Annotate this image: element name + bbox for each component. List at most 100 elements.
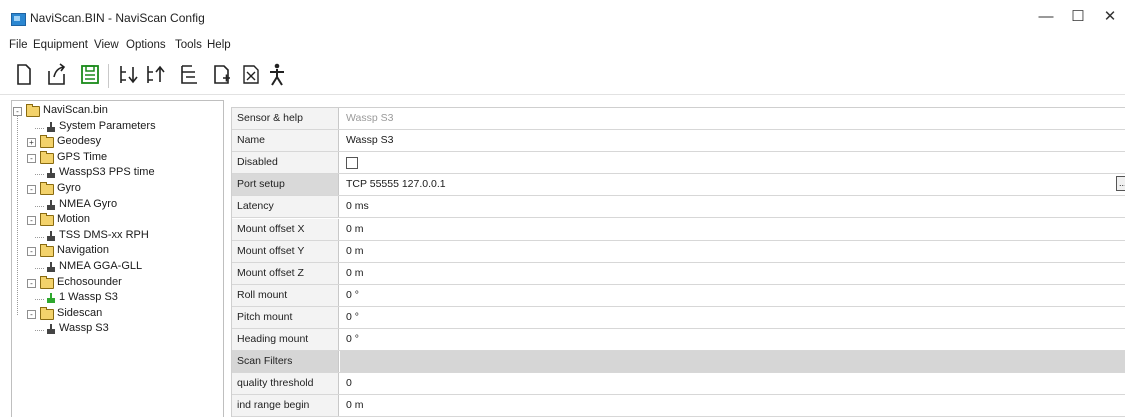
sensor-icon — [47, 199, 55, 210]
tree-node-label: Gyro — [57, 182, 81, 194]
property-label: Roll mount — [232, 284, 339, 306]
property-category[interactable]: Scan Filters — [232, 351, 1125, 374]
property-row[interactable]: Sensor & help Wassp S3 — [232, 108, 1125, 130]
folder-icon — [40, 244, 54, 258]
property-label: Name — [232, 130, 339, 152]
tree-connector — [35, 268, 44, 270]
menu-help[interactable]: Help — [207, 39, 231, 51]
sensor-icon — [47, 230, 55, 241]
tree-connector — [35, 330, 44, 332]
property-row[interactable]: ind range begin 0 m — [232, 395, 1125, 417]
tree-node-label: Echosounder — [57, 275, 122, 288]
folder-icon — [26, 104, 40, 117]
tree-node-label: Navigation — [57, 244, 109, 257]
property-label: quality threshold — [232, 373, 339, 395]
property-value[interactable]: 0 m — [340, 219, 1125, 240]
folder-icon — [40, 182, 54, 195]
collapse-icon[interactable]: - — [27, 185, 36, 194]
property-label: Heading mount — [232, 329, 339, 350]
new-file-icon[interactable] — [12, 60, 34, 88]
collapse-icon[interactable]: - — [27, 216, 36, 226]
sensor-icon — [47, 262, 55, 272]
property-label: Mount offset Z — [232, 262, 339, 284]
property-label: Mount offset X — [232, 218, 339, 240]
move-down-icon[interactable] — [118, 60, 140, 88]
tree-node-label: Sidescan — [57, 306, 103, 319]
property-value[interactable]: 0 ° — [340, 329, 1125, 350]
tree-icon[interactable] — [178, 60, 200, 88]
property-value[interactable]: 0 ° — [340, 285, 1125, 306]
property-row[interactable]: Mount offset Z0 m — [232, 262, 1125, 285]
sensor-icon — [47, 168, 55, 179]
ellipsis-button[interactable]: ... — [1116, 176, 1125, 192]
property-row[interactable]: Mount offset X0 m — [232, 218, 1125, 241]
property-row[interactable]: Latency 0 ms — [232, 196, 1125, 219]
tree-node-label: TSS DMS-xx RPH — [59, 228, 149, 241]
property-row[interactable]: Pitch mount 0 ° — [232, 306, 1125, 329]
tree-node-label: NMEA Gyro — [59, 197, 118, 210]
property-label: Sensor & help — [232, 108, 339, 129]
menu-options[interactable]: Options — [126, 39, 166, 51]
move-up-icon[interactable] — [145, 60, 167, 88]
collapse-icon[interactable]: - — [27, 278, 36, 288]
folder-icon — [40, 150, 54, 164]
property-grid: Sensor & help Wassp S3 Name Wassp S3 Disable… — [231, 107, 1125, 417]
property-value[interactable]: 0 m — [340, 241, 1125, 262]
property-value[interactable]: TCP 55555 127.0.0.1 — [340, 174, 1125, 195]
folder-icon — [40, 275, 54, 289]
tree-connector — [35, 205, 44, 208]
property-row[interactable]: Roll mount 0 ° — [232, 284, 1125, 307]
property-row[interactable]: Name Wassp S3 — [232, 130, 1125, 153]
run-icon[interactable] — [266, 60, 288, 88]
property-value: Wassp S3 — [346, 112, 394, 124]
menu-bar: File Equipment View Options Tools Help — [0, 34, 1125, 56]
property-label: Port setup — [232, 174, 339, 196]
delete-icon[interactable] — [240, 60, 262, 88]
app-icon — [11, 13, 26, 26]
property-value[interactable]: Wassp S3 — [340, 130, 1125, 151]
sensor-icon — [47, 121, 55, 132]
tree-connector — [17, 116, 19, 315]
menu-tools[interactable]: Tools — [175, 39, 202, 51]
collapse-icon[interactable]: - — [27, 247, 36, 257]
menu-equipment[interactable]: Equipment — [33, 39, 88, 51]
save-icon[interactable] — [79, 60, 101, 88]
property-value[interactable]: 0 m — [340, 263, 1125, 284]
property-value[interactable]: 0 ms — [340, 196, 1125, 217]
tree-node-label: NMEA GGA-GLL — [59, 260, 143, 272]
property-value[interactable]: 0 m — [340, 395, 1125, 416]
window-title: NaviScan.BIN - NaviScan Config — [30, 11, 205, 25]
menu-file[interactable]: File — [9, 39, 28, 51]
tree-node-label: NaviScan.bin — [43, 104, 108, 116]
tree-connector — [35, 127, 44, 130]
tree-node-label: 1 Wassp S3 — [59, 291, 118, 304]
export-icon[interactable] — [46, 60, 68, 88]
property-value[interactable]: 0 — [340, 373, 1125, 394]
tree-connector — [35, 299, 44, 301]
add-document-icon[interactable] — [211, 60, 233, 88]
property-row[interactable]: Port setupTCP 55555 127.0.0.1... — [232, 174, 1125, 197]
sensor-icon — [47, 324, 55, 335]
menu-view[interactable]: View — [94, 39, 119, 51]
collapse-icon[interactable]: - — [27, 153, 36, 163]
property-label: Disabled — [232, 152, 339, 174]
toolbar — [0, 56, 1125, 95]
property-row[interactable]: Heading mount 0 ° — [232, 329, 1125, 351]
expand-icon[interactable]: + — [27, 138, 36, 148]
tree-connector — [35, 236, 44, 239]
collapse-icon[interactable]: - — [27, 309, 36, 319]
property-row[interactable]: quality threshold 0 — [232, 373, 1125, 396]
property-label: Mount offset Y — [232, 240, 339, 262]
property-value[interactable]: 0 ° — [340, 307, 1125, 328]
maximize-button[interactable]: ☐ — [1060, 4, 1096, 30]
property-row[interactable]: Mount offset Y0 m — [232, 240, 1125, 263]
tree-connector — [35, 174, 44, 176]
collapse-icon[interactable]: - — [13, 107, 22, 116]
tree-node-label: System Parameters — [59, 119, 156, 132]
category-fill — [340, 351, 1125, 373]
property-row[interactable]: Disabled — [232, 152, 1125, 175]
minimize-button[interactable]: — — [1028, 4, 1064, 30]
folder-icon — [40, 306, 54, 320]
disabled-checkbox[interactable] — [346, 157, 358, 170]
close-button[interactable]: ✕ — [1092, 4, 1125, 30]
